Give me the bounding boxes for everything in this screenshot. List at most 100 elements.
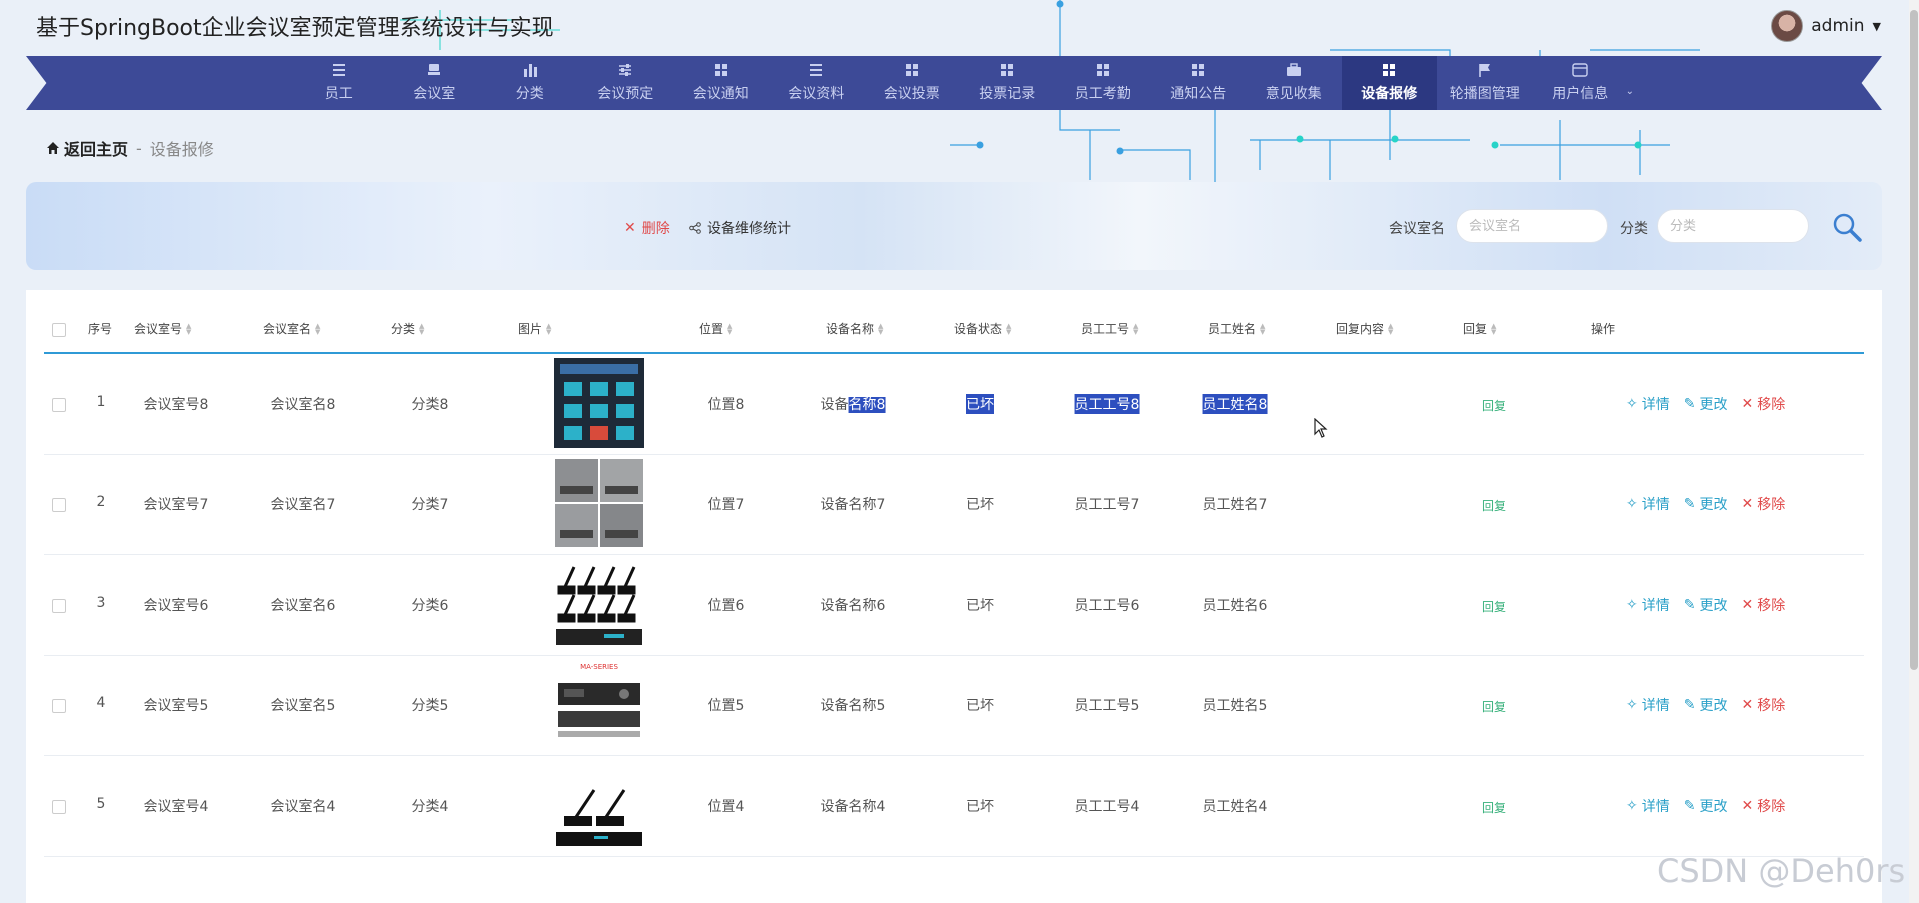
edit-button[interactable]: ✎ 更改: [1684, 394, 1728, 414]
row-actions: ✧ 详情 ✎ 更改 ✕ 移除: [1626, 394, 1785, 414]
nav-item-6[interactable]: 会议投票: [864, 56, 960, 110]
edit-button[interactable]: ✎ 更改: [1684, 796, 1728, 816]
th-room-no[interactable]: 会议室号 ▲ ▼: [134, 320, 191, 337]
th-emp-no[interactable]: 员工工号 ▲ ▼: [1081, 320, 1138, 337]
remove-label: 移除: [1757, 397, 1786, 413]
row-checkbox[interactable]: [52, 498, 66, 512]
cell-emp-no: 员工工号6: [1074, 598, 1140, 614]
cell-device-name: 设备名称5: [820, 698, 886, 714]
nav-item-2[interactable]: 分类: [482, 56, 578, 110]
select-all-checkbox[interactable]: [52, 323, 66, 337]
detail-button[interactable]: ✧ 详情: [1626, 494, 1670, 514]
th-room-name[interactable]: 会议室名 ▲ ▼: [263, 320, 320, 337]
sort-icon: ▲ ▼: [546, 321, 552, 336]
reply-link[interactable]: 回复: [1482, 497, 1506, 514]
th-reply-content-label: 回复内容: [1336, 322, 1385, 336]
row-checkbox[interactable]: [52, 699, 66, 713]
edit-icon: ✎: [1683, 496, 1696, 512]
search-icon[interactable]: [1830, 210, 1864, 244]
row-checkbox[interactable]: [52, 398, 66, 412]
row-checkbox[interactable]: [52, 599, 66, 613]
nav-item-1[interactable]: 会议室: [387, 56, 483, 110]
th-reply[interactable]: 回复 ▲ ▼: [1463, 320, 1496, 337]
remove-button[interactable]: ✕ 移除: [1741, 394, 1785, 414]
scrollbar-thumb[interactable]: [1910, 10, 1918, 670]
edit-button[interactable]: ✎ 更改: [1684, 494, 1728, 514]
th-emp-name[interactable]: 员工姓名 ▲ ▼: [1208, 320, 1265, 337]
th-reply-content[interactable]: 回复内容 ▲ ▼: [1336, 320, 1393, 337]
row-checkbox[interactable]: [52, 800, 66, 814]
sort-icon: ▲ ▼: [1388, 321, 1394, 336]
category-input[interactable]: [1657, 209, 1809, 243]
reply-link[interactable]: 回复: [1482, 698, 1506, 715]
nav-item-8[interactable]: 员工考勤: [1055, 56, 1151, 110]
table-row: 2 会议室号7 会议室名7 分类7 位置7 设备名称7 已坏 员工工号7 员工姓名7 回复 ✧ 详情 ✎…: [44, 454, 1864, 555]
cell-status: 已坏: [966, 497, 994, 513]
cell-index: 4: [96, 695, 106, 711]
th-category[interactable]: 分类 ▲ ▼: [391, 320, 424, 337]
edit-label: 更改: [1699, 799, 1728, 815]
breadcrumb-home[interactable]: 返回主页: [46, 136, 128, 160]
th-ops: 操作: [1591, 320, 1615, 337]
cell-index: 2: [96, 494, 106, 510]
edit-button[interactable]: ✎ 更改: [1684, 595, 1728, 615]
th-device-name-label: 设备名称: [826, 322, 875, 336]
cell-room-no: 会议室号4: [143, 799, 209, 815]
th-image-label: 图片: [518, 322, 543, 336]
avatar: [1771, 10, 1804, 42]
cell-category: 分类7: [411, 497, 449, 513]
nav-item-3[interactable]: 会议预定: [578, 56, 674, 110]
nav-item-13[interactable]: 用户信息 ⌄: [1533, 56, 1634, 110]
reply-link[interactable]: 回复: [1482, 598, 1506, 615]
nav-item-4[interactable]: 会议通知: [673, 56, 769, 110]
row-actions: ✧ 详情 ✎ 更改 ✕ 移除: [1626, 695, 1785, 715]
detail-button[interactable]: ✧ 详情: [1626, 796, 1670, 816]
th-device-name[interactable]: 设备名称 ▲ ▼: [826, 320, 883, 337]
nav-item-0[interactable]: 员工: [291, 56, 387, 110]
th-ops-label: 操作: [1591, 322, 1616, 336]
cell-room-name: 会议室名7: [270, 497, 336, 513]
cell-location: 位置4: [707, 799, 745, 815]
cell-emp-no: 员工工号5: [1074, 698, 1140, 714]
remove-button[interactable]: ✕ 移除: [1741, 494, 1785, 514]
reply-link[interactable]: 回复: [1482, 397, 1506, 414]
delete-button[interactable]: ✕ 删除: [624, 218, 670, 238]
nav-item-7[interactable]: 投票记录: [960, 56, 1056, 110]
room-name-input[interactable]: [1456, 209, 1608, 243]
cell-device-name: 设备名称8: [821, 394, 886, 414]
edit-button[interactable]: ✎ 更改: [1684, 695, 1728, 715]
breadcrumb-separator: -: [136, 138, 142, 158]
detail-button[interactable]: ✧ 详情: [1626, 394, 1670, 414]
reply-link[interactable]: 回复: [1482, 799, 1506, 816]
cell-status: 已坏: [966, 598, 994, 614]
breadcrumb: 返回主页 - 设备报修: [46, 136, 214, 160]
th-image[interactable]: 图片 ▲ ▼: [518, 320, 551, 337]
remove-button[interactable]: ✕ 移除: [1741, 796, 1785, 816]
nav-item-9[interactable]: 通知公告: [1151, 56, 1247, 110]
device-name-selected: 名称8: [848, 397, 886, 413]
edit-label: 更改: [1699, 698, 1728, 714]
remove-button[interactable]: ✕ 移除: [1741, 595, 1785, 615]
cell-room-no: 会议室号7: [143, 497, 209, 513]
remove-button[interactable]: ✕ 移除: [1741, 695, 1785, 715]
data-table: 序号 会议室号 ▲ ▼ 会议室名 ▲ ▼ 分类 ▲ ▼ 图片 ▲ ▼ 位置 ▲ ▼ 设备名称 ▲ ▼ 设…: [26, 290, 1882, 903]
repair-stats-button[interactable]: 设备维修统计: [689, 218, 791, 238]
bar-chart-icon: [522, 63, 538, 77]
detail-icon: ✧: [1626, 798, 1638, 814]
detail-button[interactable]: ✧ 详情: [1626, 695, 1670, 715]
row-actions: ✧ 详情 ✎ 更改 ✕ 移除: [1626, 796, 1785, 816]
nav-item-label: 意见收集: [1265, 86, 1322, 102]
detail-button[interactable]: ✧ 详情: [1626, 595, 1670, 615]
nav-item-10[interactable]: 意见收集: [1246, 56, 1342, 110]
nav-item-12[interactable]: 轮播图管理: [1437, 56, 1533, 110]
device-image: [554, 760, 644, 850]
device-image: MA-SERIES: [554, 659, 644, 749]
th-device-status[interactable]: 设备状态 ▲ ▼: [954, 320, 1011, 337]
nav-item-11[interactable]: 设备报修: [1341, 56, 1437, 110]
edit-icon: ✎: [1683, 798, 1696, 814]
th-location[interactable]: 位置 ▲ ▼: [699, 320, 732, 337]
user-menu[interactable]: admin ▼: [1771, 10, 1881, 42]
cell-emp-no: 员工工号8: [1074, 394, 1140, 414]
nav-item-5[interactable]: 会议资料: [769, 56, 865, 110]
grid-icon: [1381, 63, 1397, 77]
